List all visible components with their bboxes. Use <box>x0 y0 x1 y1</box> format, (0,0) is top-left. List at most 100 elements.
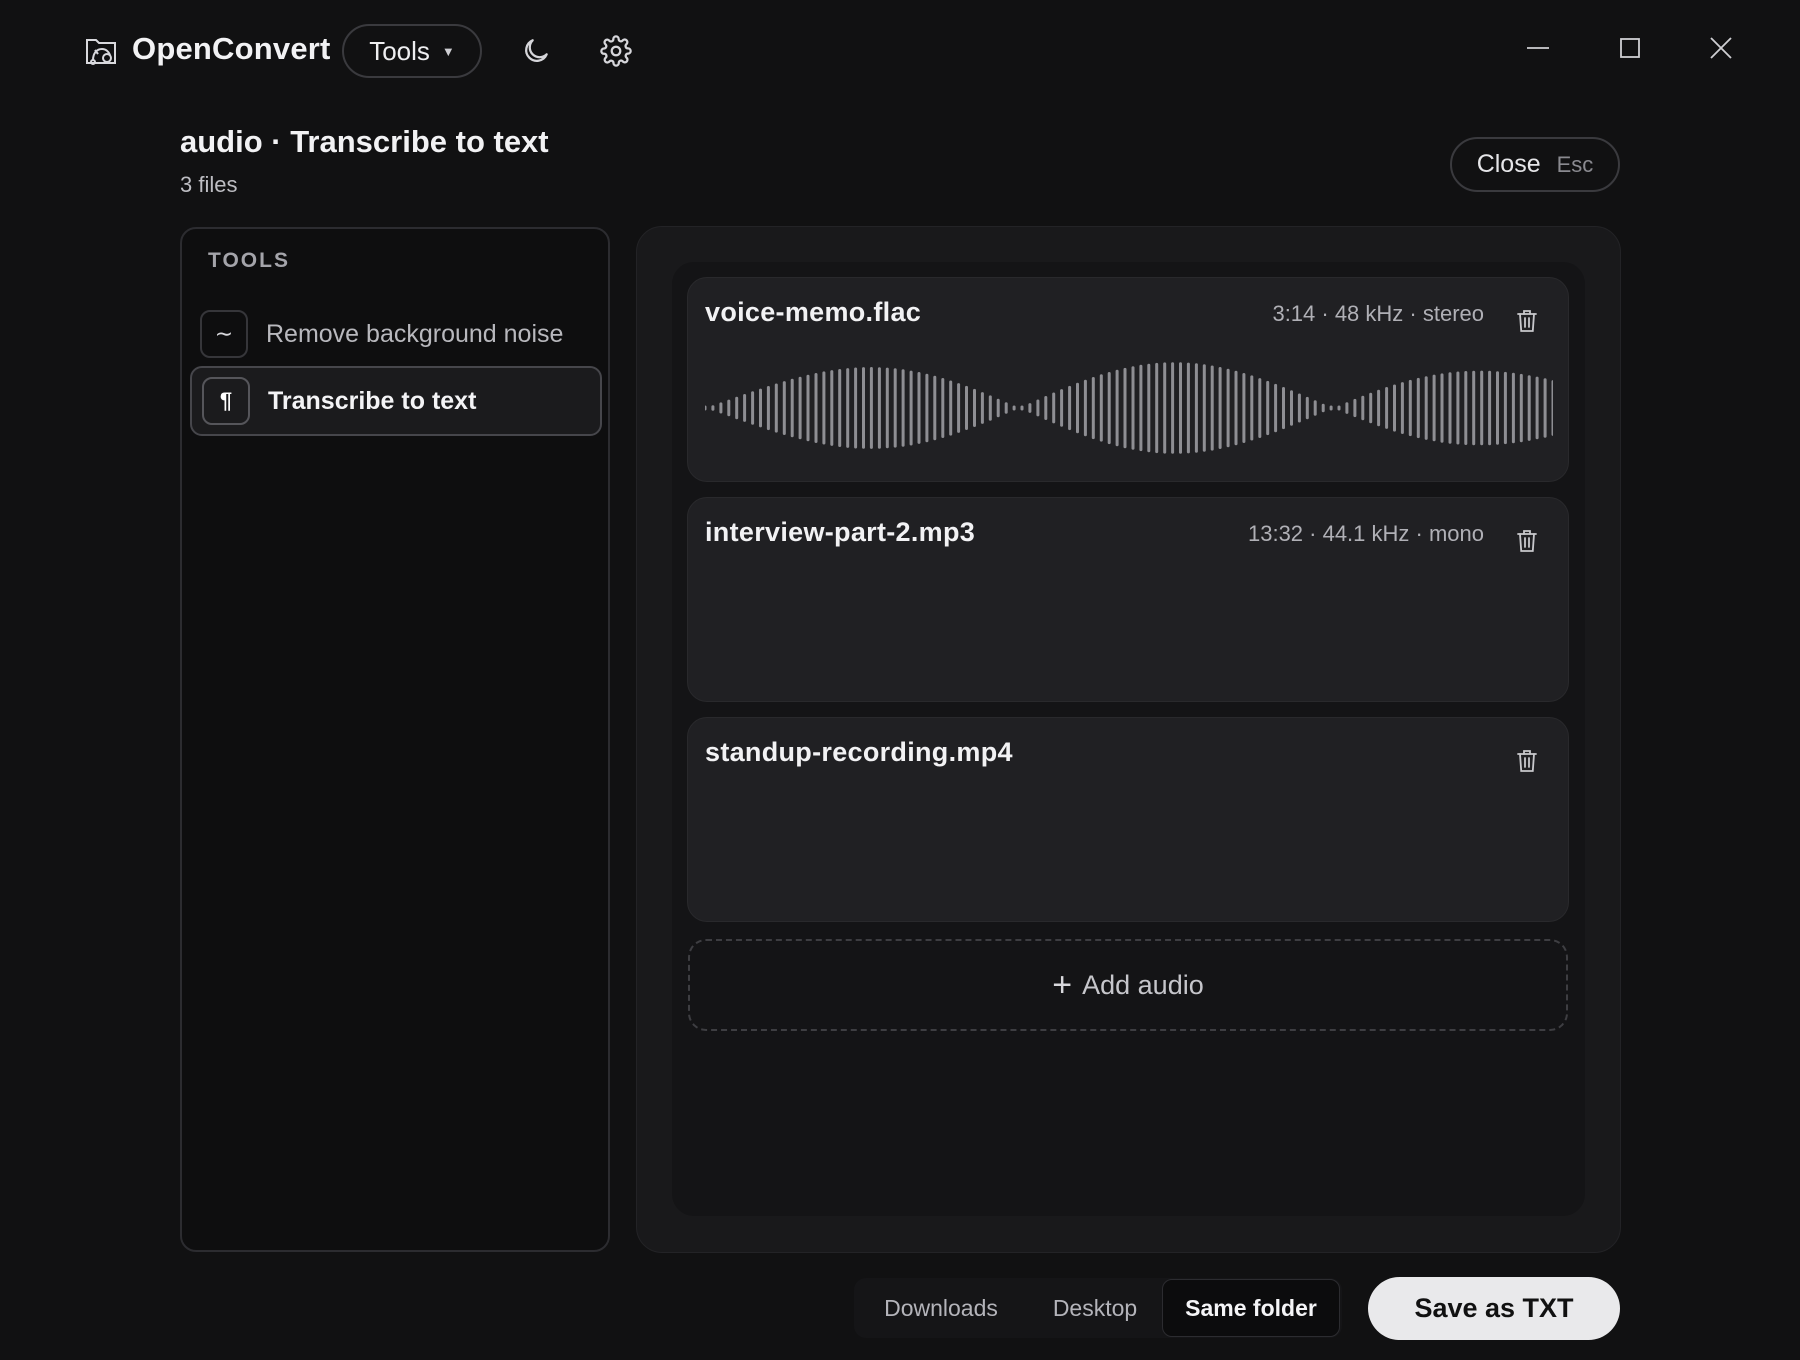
add-audio-label: Add audio <box>1082 969 1204 1000</box>
waveform-bar <box>893 368 897 448</box>
waveform-bar <box>806 374 810 442</box>
waveform-bar <box>1210 365 1214 451</box>
waveform-bar <box>1060 389 1064 427</box>
trash-icon <box>1515 748 1539 774</box>
waveform-bar <box>854 367 858 449</box>
waveform-bar <box>1155 362 1159 454</box>
waveform-bar <box>1440 373 1444 443</box>
trash-icon <box>1515 308 1539 334</box>
waveform-bar <box>1400 382 1404 434</box>
waveform-bar <box>1258 378 1262 438</box>
waveform-bar <box>751 391 755 425</box>
tools-menu-button[interactable]: Tools ▼ <box>342 24 482 78</box>
waveform-bar <box>1305 396 1309 420</box>
delete-file-button[interactable] <box>1512 746 1542 776</box>
waveform-bar <box>1076 382 1079 434</box>
waveform-bar <box>790 378 794 438</box>
waveform-bar <box>885 367 889 449</box>
waveform-bar <box>1099 374 1103 442</box>
app-brand: OpenConvert <box>82 30 331 68</box>
waveform-bar <box>1480 370 1484 446</box>
waveform-bar <box>719 402 723 414</box>
tool-item-transcribe-to-text[interactable]: ¶ Transcribe to text <box>190 366 602 436</box>
output-destination-selector: Downloads Desktop Same folder <box>854 1278 1342 1338</box>
waveform-bar <box>735 396 739 420</box>
close-icon <box>1708 35 1734 61</box>
waveform-bar <box>949 380 953 436</box>
waveform-bar <box>838 369 842 447</box>
waveform-bar <box>1115 369 1119 447</box>
waveform-bar <box>925 373 929 443</box>
file-card: standup-recording.mp4 <box>687 717 1569 922</box>
waveform-bar <box>798 376 802 440</box>
waveform-bar <box>1091 377 1095 440</box>
destination-downloads[interactable]: Downloads <box>854 1279 1028 1337</box>
waveform-bar <box>996 398 1000 418</box>
app-name: OpenConvert <box>132 31 331 66</box>
file-name: standup-recording.mp4 <box>705 737 1013 767</box>
trash-icon <box>1515 528 1539 554</box>
waveform-bar <box>774 383 778 433</box>
waveform-bar <box>830 370 834 446</box>
waveform-bar <box>711 405 715 411</box>
waveform-bar <box>1361 395 1365 421</box>
waveform-bar <box>1179 362 1182 454</box>
tool-item-label: Remove background noise <box>266 319 564 348</box>
waveform-bar <box>1012 405 1016 411</box>
app-logo-icon <box>82 30 120 68</box>
save-as-txt-button[interactable]: Save as TXT <box>1368 1277 1620 1340</box>
file-name: voice-memo.flac <box>705 297 922 327</box>
waveform-bar <box>1290 390 1293 426</box>
waveform-bar <box>1044 396 1048 420</box>
waveform-bar <box>1171 362 1175 454</box>
window-close-button[interactable] <box>1696 23 1746 73</box>
minimize-button[interactable] <box>1513 23 1563 73</box>
waveform-bar <box>727 399 731 417</box>
waveform-bar <box>1369 392 1373 424</box>
waveform-bar <box>1416 377 1420 439</box>
waveform-bar <box>973 388 976 427</box>
add-audio-button[interactable]: + Add audio <box>688 939 1568 1031</box>
tool-item-label: Transcribe to text <box>268 386 477 415</box>
moon-icon <box>520 35 552 67</box>
waveform-bar <box>1202 364 1206 452</box>
destination-same-folder[interactable]: Same folder <box>1162 1279 1340 1337</box>
waveform-bar <box>1496 371 1499 445</box>
plus-icon: + <box>1052 966 1073 1004</box>
waveform-bar <box>869 367 873 449</box>
tool-item-remove-background-noise[interactable]: ∼ Remove background noise <box>190 299 602 369</box>
caret-down-icon: ▼ <box>441 43 455 59</box>
waveform-bar <box>1250 375 1254 441</box>
waveform-bar <box>1456 371 1460 445</box>
file-count: 3 files <box>180 172 238 197</box>
file-card: voice-memo.flac 3:14 · 48 kHz · stereo <box>687 277 1569 482</box>
waveform-bar <box>1519 373 1523 443</box>
waveform-bar <box>1226 368 1230 448</box>
waveform-bar <box>1036 399 1040 417</box>
delete-file-button[interactable] <box>1512 526 1542 556</box>
audio-waveform <box>705 362 1553 454</box>
destination-desktop[interactable]: Desktop <box>1028 1279 1162 1337</box>
waveform-bar <box>917 372 921 444</box>
maximize-button[interactable] <box>1605 23 1655 73</box>
delete-file-button[interactable] <box>1512 306 1542 336</box>
waveform-bar <box>1139 364 1143 452</box>
file-name: interview-part-2.mp3 <box>705 517 976 547</box>
waveform-bar <box>862 367 865 449</box>
waveform-bar <box>909 370 913 446</box>
waveform-bar <box>766 386 770 431</box>
waveform-bar <box>1313 400 1317 416</box>
close-shortcut-hint: Esc <box>1556 151 1594 177</box>
waveform-bar <box>1385 387 1389 429</box>
waveform-bar <box>1131 366 1135 450</box>
file-meta: 13:32 · 44.1 kHz · mono <box>1247 521 1484 546</box>
settings-button[interactable] <box>594 29 638 73</box>
waveform-bar <box>822 371 826 445</box>
waveform-bar <box>1535 376 1539 440</box>
close-button[interactable]: Close Esc <box>1450 137 1620 192</box>
page-title: audio · Transcribe to text <box>180 124 549 159</box>
theme-toggle-button[interactable] <box>514 29 558 73</box>
waveform-bar <box>988 395 992 421</box>
waveform-bar <box>1345 402 1349 414</box>
waveform-bar <box>1107 372 1111 445</box>
